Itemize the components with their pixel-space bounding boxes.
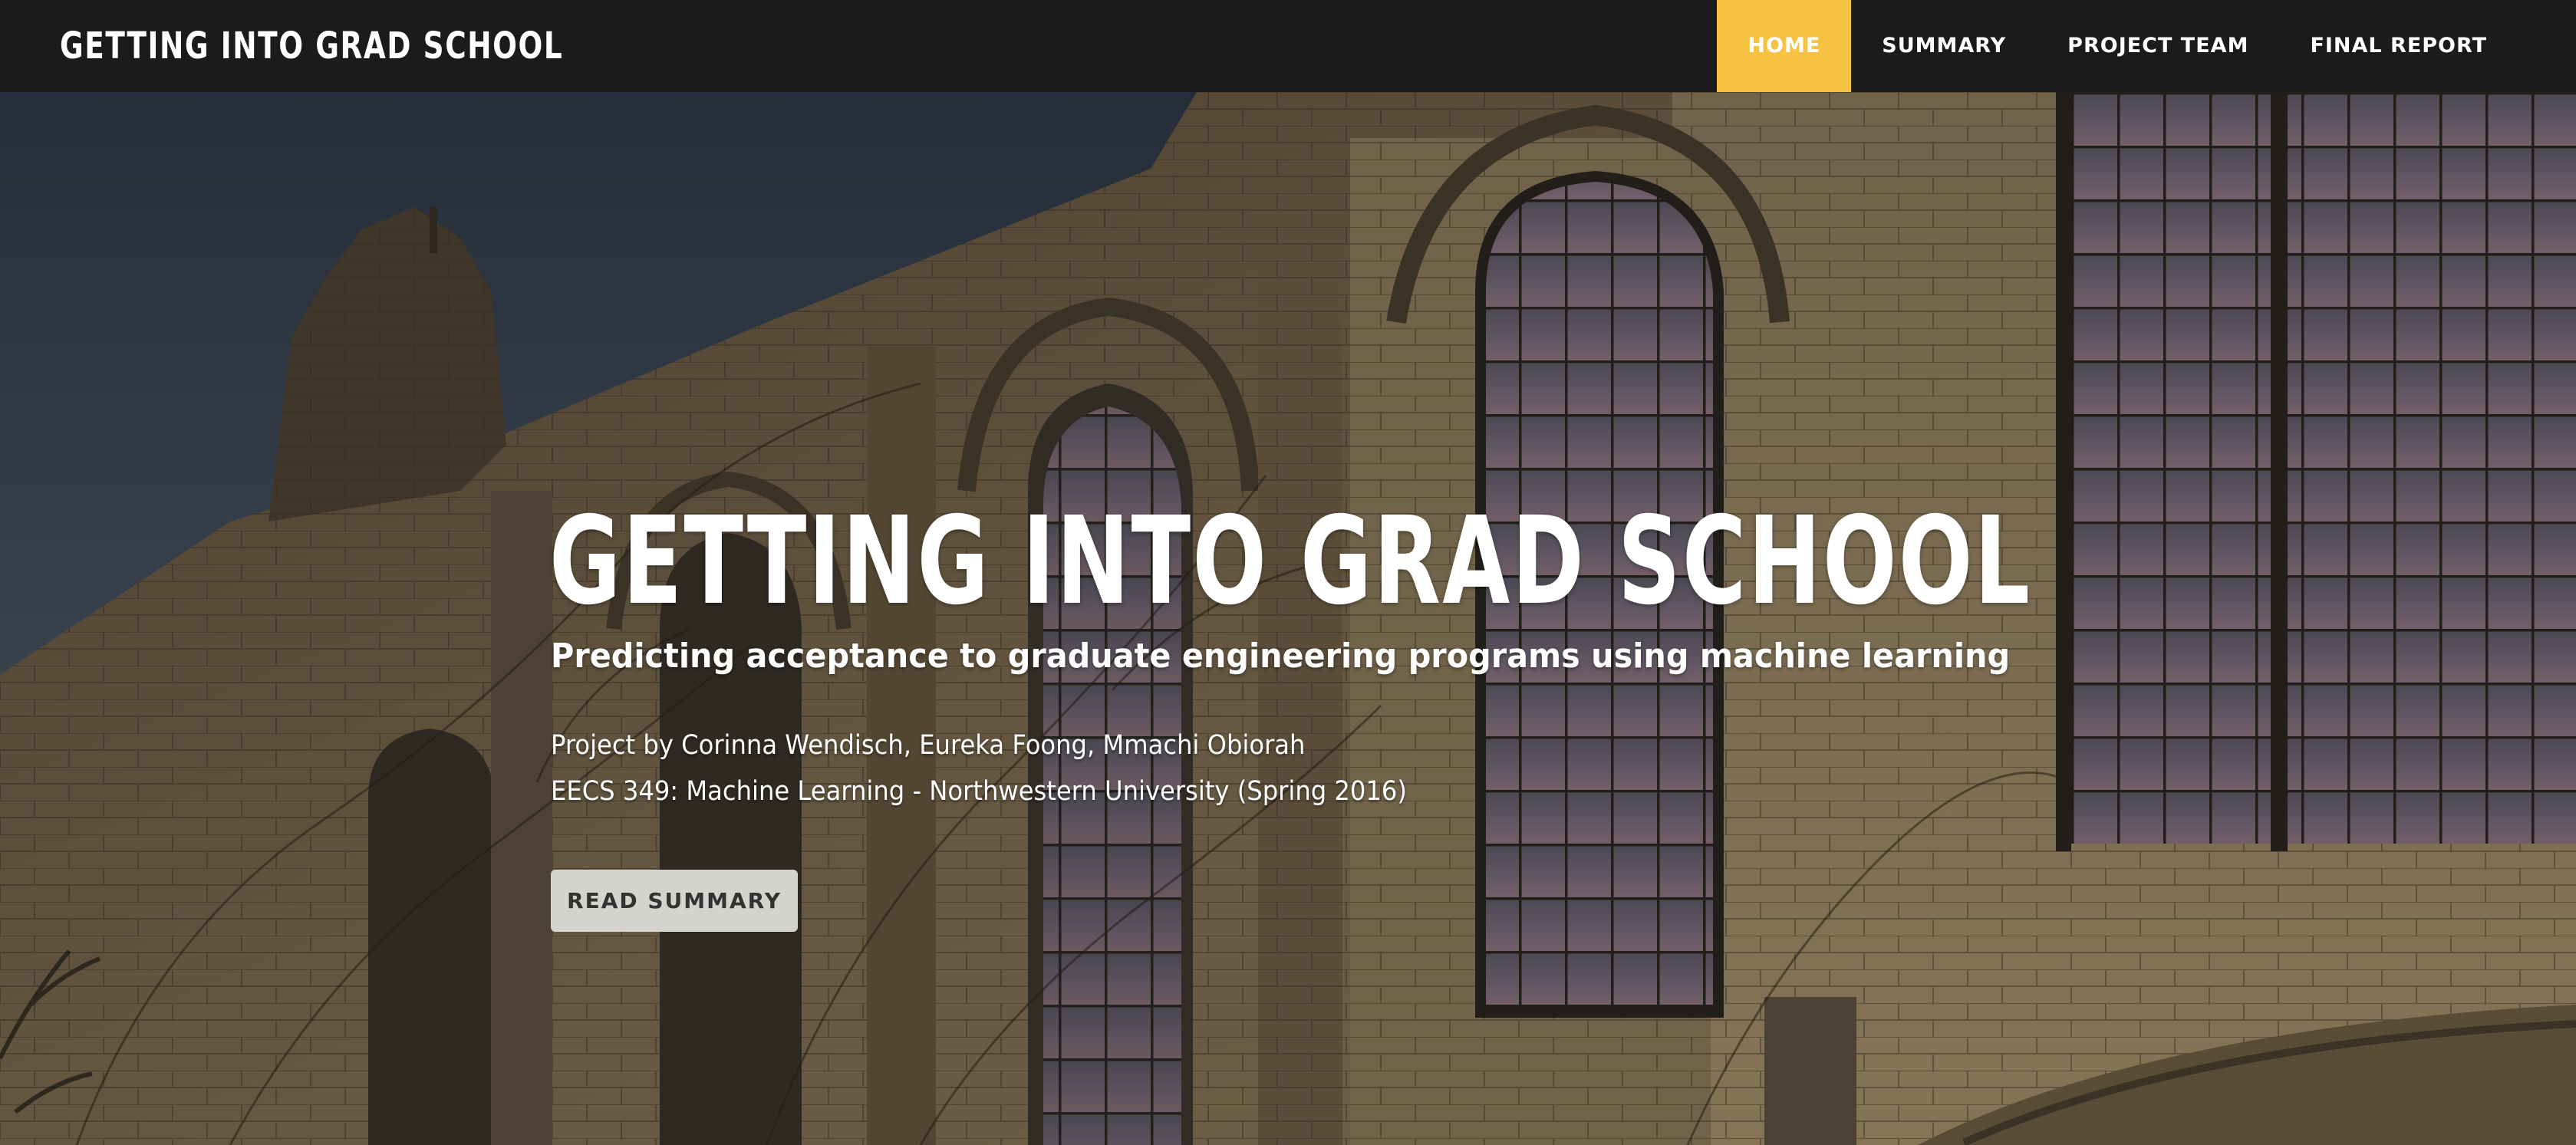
hero-title: GETTING INTO GRAD SCHOOL: [549, 491, 2032, 632]
nav-item-project-team[interactable]: PROJECT TEAM: [2037, 0, 2279, 92]
site-brand[interactable]: GETTING INTO GRAD SCHOOL: [60, 0, 563, 92]
nav-item-final-report[interactable]: FINAL REPORT: [2279, 0, 2518, 92]
hero-section: GETTING INTO GRAD SCHOOL Predicting acce…: [0, 92, 2576, 1145]
read-summary-button[interactable]: READ SUMMARY: [551, 870, 798, 932]
hero-subtitle: Predicting acceptance to graduate engine…: [551, 637, 2011, 676]
hero-course: EECS 349: Machine Learning - Northwester…: [551, 776, 1407, 807]
nav-item-home[interactable]: HOME: [1717, 0, 1852, 92]
nav-item-summary[interactable]: SUMMARY: [1851, 0, 2037, 92]
nav-menu: HOME SUMMARY PROJECT TEAM FINAL REPORT: [1717, 0, 2518, 92]
hero-authors: Project by Corinna Wendisch, Eureka Foon…: [551, 730, 1306, 761]
top-navbar: GETTING INTO GRAD SCHOOL HOME SUMMARY PR…: [0, 0, 2576, 92]
